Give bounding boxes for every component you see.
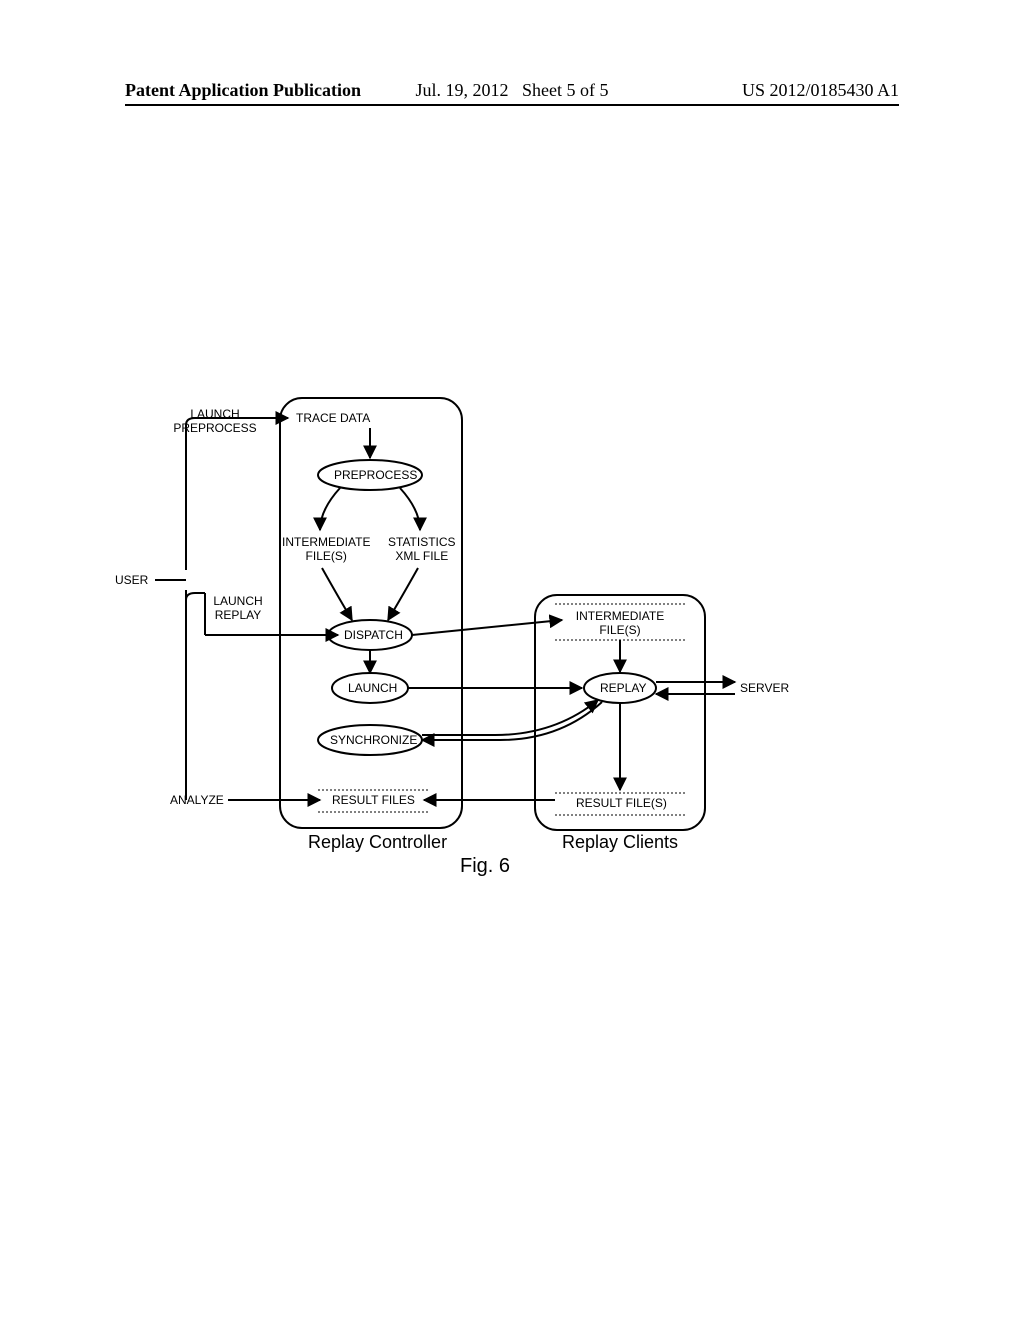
controller-intermediate-files: INTERMEDIATE FILE(S) [282,536,370,564]
user-action-launch-replay: LAUNCH REPLAY [188,595,288,623]
clients-replay: REPLAY [600,682,646,696]
user-label: USER [115,574,148,588]
controller-stats-xml: STATISTICS XML FILE [388,536,456,564]
clients-title: Replay Clients [562,832,678,853]
controller-preprocess: PREPROCESS [334,469,417,483]
diagram-svg [0,0,1024,1320]
clients-result-files: RESULT FILE(S) [576,797,667,811]
controller-trace-data: TRACE DATA [296,412,370,426]
server-label: SERVER [740,682,789,696]
figure-caption: Fig. 6 [460,855,510,878]
controller-result-files: RESULT FILES [332,794,415,808]
user-action-launch-preprocess: LAUNCH PREPROCESS [165,408,265,436]
controller-title: Replay Controller [308,832,447,853]
controller-synchronize: SYNCHRONIZE [330,734,417,748]
clients-intermediate-files: INTERMEDIATE FILE(S) [575,610,665,638]
controller-dispatch: DISPATCH [344,629,403,643]
controller-launch: LAUNCH [348,682,397,696]
user-action-analyze: ANALYZE [170,794,224,808]
